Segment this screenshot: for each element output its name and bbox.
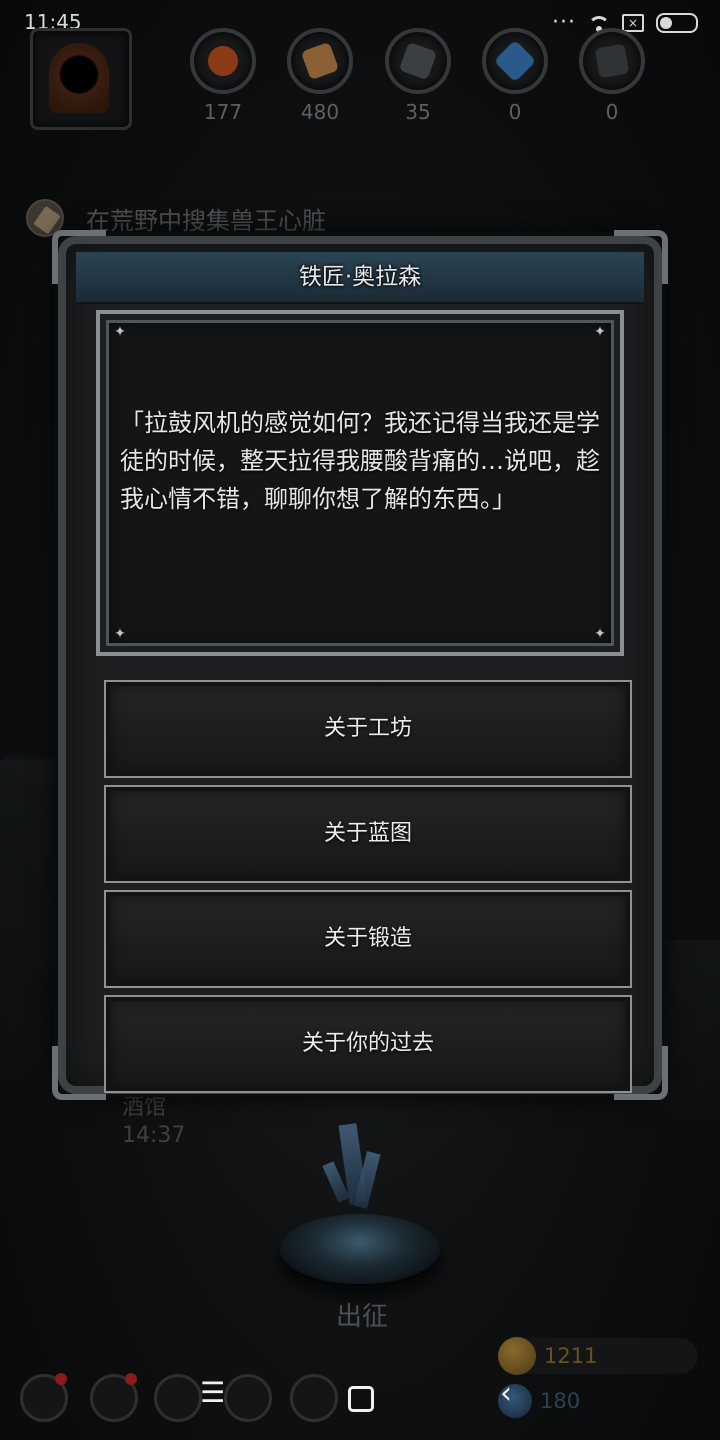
- character-icon[interactable]: [154, 1374, 202, 1422]
- nav-home-icon[interactable]: [348, 1386, 374, 1412]
- resource-wood[interactable]: 480: [283, 28, 357, 124]
- resource-iron[interactable]: 35: [381, 28, 455, 124]
- background-house-left: [0, 760, 60, 1080]
- tavern-time: 14:37: [122, 1123, 186, 1148]
- gold-barrel-icon: [498, 1337, 536, 1375]
- option-label: 关于工坊: [323, 716, 412, 741]
- background-house-right: [660, 940, 720, 1120]
- notification-badge: [55, 1373, 67, 1385]
- bag-icon[interactable]: [224, 1374, 272, 1422]
- ingot-icon: [579, 28, 645, 94]
- game-screen: 11:45 ··· × 177 480 35 0 0 在荒野中搜集兽王心脏 酒馆…: [0, 0, 720, 1440]
- option-label: 关于你的过去: [301, 1031, 434, 1056]
- option-label: 关于蓝图: [323, 821, 412, 846]
- tavern-label-block[interactable]: 酒馆 14:37: [122, 1094, 185, 1150]
- march-label[interactable]: 出征: [336, 1296, 388, 1333]
- nav-back-icon[interactable]: ‹: [500, 1376, 512, 1411]
- dialog-title: 铁匠·奥拉森: [298, 264, 422, 290]
- option-label: 关于锻造: [323, 926, 412, 951]
- resource-crystal[interactable]: 0: [478, 28, 552, 124]
- iron-icon: [385, 28, 451, 94]
- npc-dialog: 铁匠·奥拉森 ✦ ✦ ✦ ✦ 「拉鼓风机的感觉如何？我还记得当我还是学徒的时候，…: [52, 230, 668, 1100]
- gold-value: 1211: [544, 1344, 598, 1368]
- option-workshop-button[interactable]: 关于工坊: [104, 680, 632, 778]
- resource-count: 0: [605, 100, 619, 124]
- resource-count: 177: [203, 100, 243, 124]
- option-your-past-button[interactable]: 关于你的过去: [104, 995, 632, 1093]
- resource-ingot[interactable]: 0: [575, 28, 649, 124]
- gem-counter[interactable]: 180: [498, 1384, 698, 1418]
- dialog-corner-ornament: [52, 1046, 106, 1100]
- tavern-label: 酒馆: [122, 1095, 167, 1120]
- sparkle-icon: ✦: [114, 626, 126, 642]
- crystal-icon: [322, 1123, 386, 1224]
- crystal-icon: [482, 28, 548, 94]
- battery-icon: [656, 12, 698, 33]
- nav-menu-icon[interactable]: ☰: [200, 1376, 225, 1409]
- map-icon[interactable]: [290, 1374, 338, 1422]
- wood-icon: [287, 28, 353, 94]
- dialog-text-panel: ✦ ✦ ✦ ✦ 「拉鼓风机的感觉如何？我还记得当我还是学徒的时候，整天拉得我腰酸…: [96, 310, 624, 656]
- sparkle-icon: ✦: [594, 626, 606, 642]
- option-blueprint-button[interactable]: 关于蓝图: [104, 785, 632, 883]
- resource-meat[interactable]: 177: [186, 28, 260, 124]
- meat-icon: [190, 28, 256, 94]
- more-dots-icon: ···: [552, 10, 576, 35]
- settings-gear-icon[interactable]: [20, 1373, 68, 1422]
- emblem-icon[interactable]: [90, 1373, 138, 1422]
- resource-count: 480: [300, 100, 340, 124]
- resource-count: 0: [508, 100, 522, 124]
- sparkle-icon: ✦: [114, 324, 126, 340]
- sparkle-icon: ✦: [594, 324, 606, 340]
- hooded-figure-icon: [49, 43, 109, 113]
- march-pedestal[interactable]: [280, 1214, 440, 1284]
- quest-text: 在荒野中搜集兽王心脏: [86, 206, 326, 235]
- option-forging-button[interactable]: 关于锻造: [104, 890, 632, 988]
- gem-value: 180: [540, 1389, 581, 1413]
- dialog-body-text: 「拉鼓风机的感觉如何？我还记得当我还是学徒的时候，整天拉得我腰酸背痛的…说吧，趁…: [120, 409, 600, 513]
- resource-count: 35: [405, 100, 431, 124]
- player-avatar[interactable]: [30, 28, 132, 130]
- dialog-title-bar: 铁匠·奥拉森: [76, 252, 644, 304]
- gold-counter[interactable]: 1211: [498, 1337, 698, 1375]
- notification-badge: [125, 1373, 137, 1385]
